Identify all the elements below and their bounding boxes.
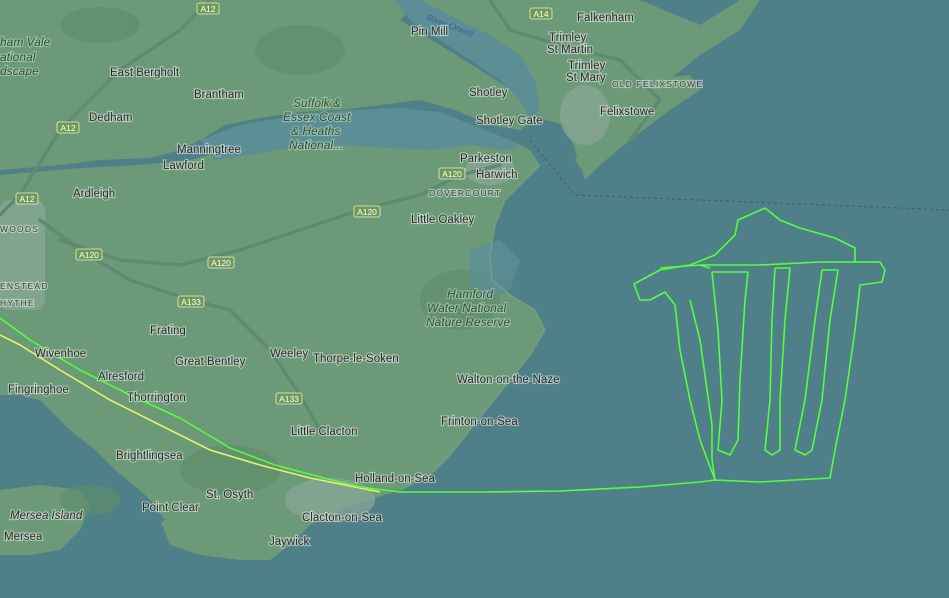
place-weeley: Weeley — [270, 348, 308, 360]
road-shield-a133-bottom: A133 — [275, 392, 303, 405]
svg-text:A12: A12 — [19, 194, 34, 204]
svg-text:A12: A12 — [200, 4, 215, 14]
place-harwich: Harwich — [476, 169, 518, 181]
area-hamford-3: Nature Reserve — [426, 315, 510, 329]
place-brantham: Brantham — [194, 89, 244, 101]
place-trimley-st-martin-2: St Martin — [547, 44, 593, 56]
area-suffolk-1: Suffolk & — [293, 96, 341, 110]
place-mersea-island: Mersea Island — [10, 510, 83, 522]
svg-text:A14: A14 — [533, 9, 548, 19]
road-shield-a120-left: A120 — [75, 248, 103, 261]
place-thorpe-le-soken: Thorpe-le-Soken — [313, 353, 399, 365]
road-shield-a12-left: A12 — [15, 192, 39, 205]
place-brightlingsea: Brightlingsea — [116, 450, 183, 462]
area-suffolk-4: National... — [289, 138, 343, 152]
place-ardleigh: Ardleigh — [73, 188, 115, 200]
svg-text:A120: A120 — [211, 258, 231, 268]
place-great-bentley: Great Bentley — [175, 356, 246, 368]
road-shield-a133-top: A133 — [177, 295, 205, 308]
place-trimley-st-mary-2: St Mary — [566, 72, 606, 84]
svg-text:A120: A120 — [357, 207, 377, 217]
place-fingringhoe: Fingringhoe — [8, 384, 69, 396]
road-shield-a14: A14 — [529, 7, 553, 20]
place-lawford: Lawford — [163, 160, 204, 172]
road-shield-a12-top: A12 — [196, 2, 220, 15]
place-old-felixstowe: OLD FELIXSTOWE — [612, 79, 703, 89]
place-dovercourt: DOVERCOURT — [429, 188, 501, 198]
place-holland-on-sea: Holland-on-Sea — [355, 473, 436, 485]
area-dedham-vale-2: ational — [0, 50, 36, 64]
place-walton-on-the-naze: Walton-on-the-Naze — [457, 374, 559, 386]
road-shield-a120-harwich: A120 — [438, 167, 466, 180]
place-east-bergholt: East Bergholt — [110, 67, 180, 79]
place-jaywick: Jaywick — [269, 536, 310, 548]
place-trimley-st-martin-1: Trimley — [549, 32, 587, 44]
svg-text:A133: A133 — [279, 394, 299, 404]
road-shield-a120-lower: A120 — [207, 256, 235, 269]
place-woods: WOODS — [0, 224, 39, 234]
area-suffolk-3: & Heaths — [291, 124, 340, 138]
place-shotley: Shotley — [469, 87, 508, 99]
place-frinton-on-sea: Frinton-on-Sea — [441, 416, 518, 428]
place-trimley-st-mary-1: Trimley — [568, 60, 606, 72]
place-thorrington: Thorrington — [127, 392, 186, 404]
place-parkeston: Parkeston — [460, 153, 512, 165]
place-greenstead: ENSTEAD — [0, 281, 49, 291]
area-hamford-1: Hamford — [447, 287, 493, 301]
area-hamford-2: Water National — [427, 301, 506, 315]
area-suffolk-2: Essex Coast — [283, 110, 351, 124]
area-dedham-vale-3: dscape — [0, 64, 39, 78]
road-shield-a12-mid: A12 — [56, 121, 80, 134]
place-falkenham: Falkenham — [577, 12, 634, 24]
place-wivenhoe: Wivenhoe — [35, 348, 86, 360]
place-shotley-gate: Shotley Gate — [476, 115, 542, 127]
place-hythe: HYTHE — [0, 298, 35, 308]
map[interactable]: A12 A14 A12 A12 A120 A120 A120 A120 A133… — [0, 0, 949, 598]
place-dedham: Dedham — [89, 112, 132, 124]
svg-text:A120: A120 — [442, 169, 462, 179]
place-alresford: Alresford — [98, 371, 144, 383]
road-shield-a120-mid: A120 — [353, 205, 381, 218]
place-manningtree: Manningtree — [177, 144, 241, 156]
place-little-clacton: Little Clacton — [291, 426, 357, 438]
svg-text:A12: A12 — [60, 123, 75, 133]
svg-text:A120: A120 — [79, 250, 99, 260]
place-felixstowe: Felixstowe — [600, 106, 654, 118]
place-clacton-on-sea: Clacton-on-Sea — [302, 512, 383, 524]
place-point-clear: Point Clear — [142, 502, 199, 514]
area-dedham-vale-1: ham Vale — [0, 35, 51, 49]
place-st-osyth: St. Osyth — [206, 489, 253, 501]
place-frating: Frating — [150, 325, 186, 337]
svg-text:A133: A133 — [181, 297, 201, 307]
place-mersea: Mersea — [4, 531, 43, 543]
place-pin-mill: Pin Mill — [411, 26, 448, 38]
place-little-oakley: Little Oakley — [411, 214, 475, 226]
